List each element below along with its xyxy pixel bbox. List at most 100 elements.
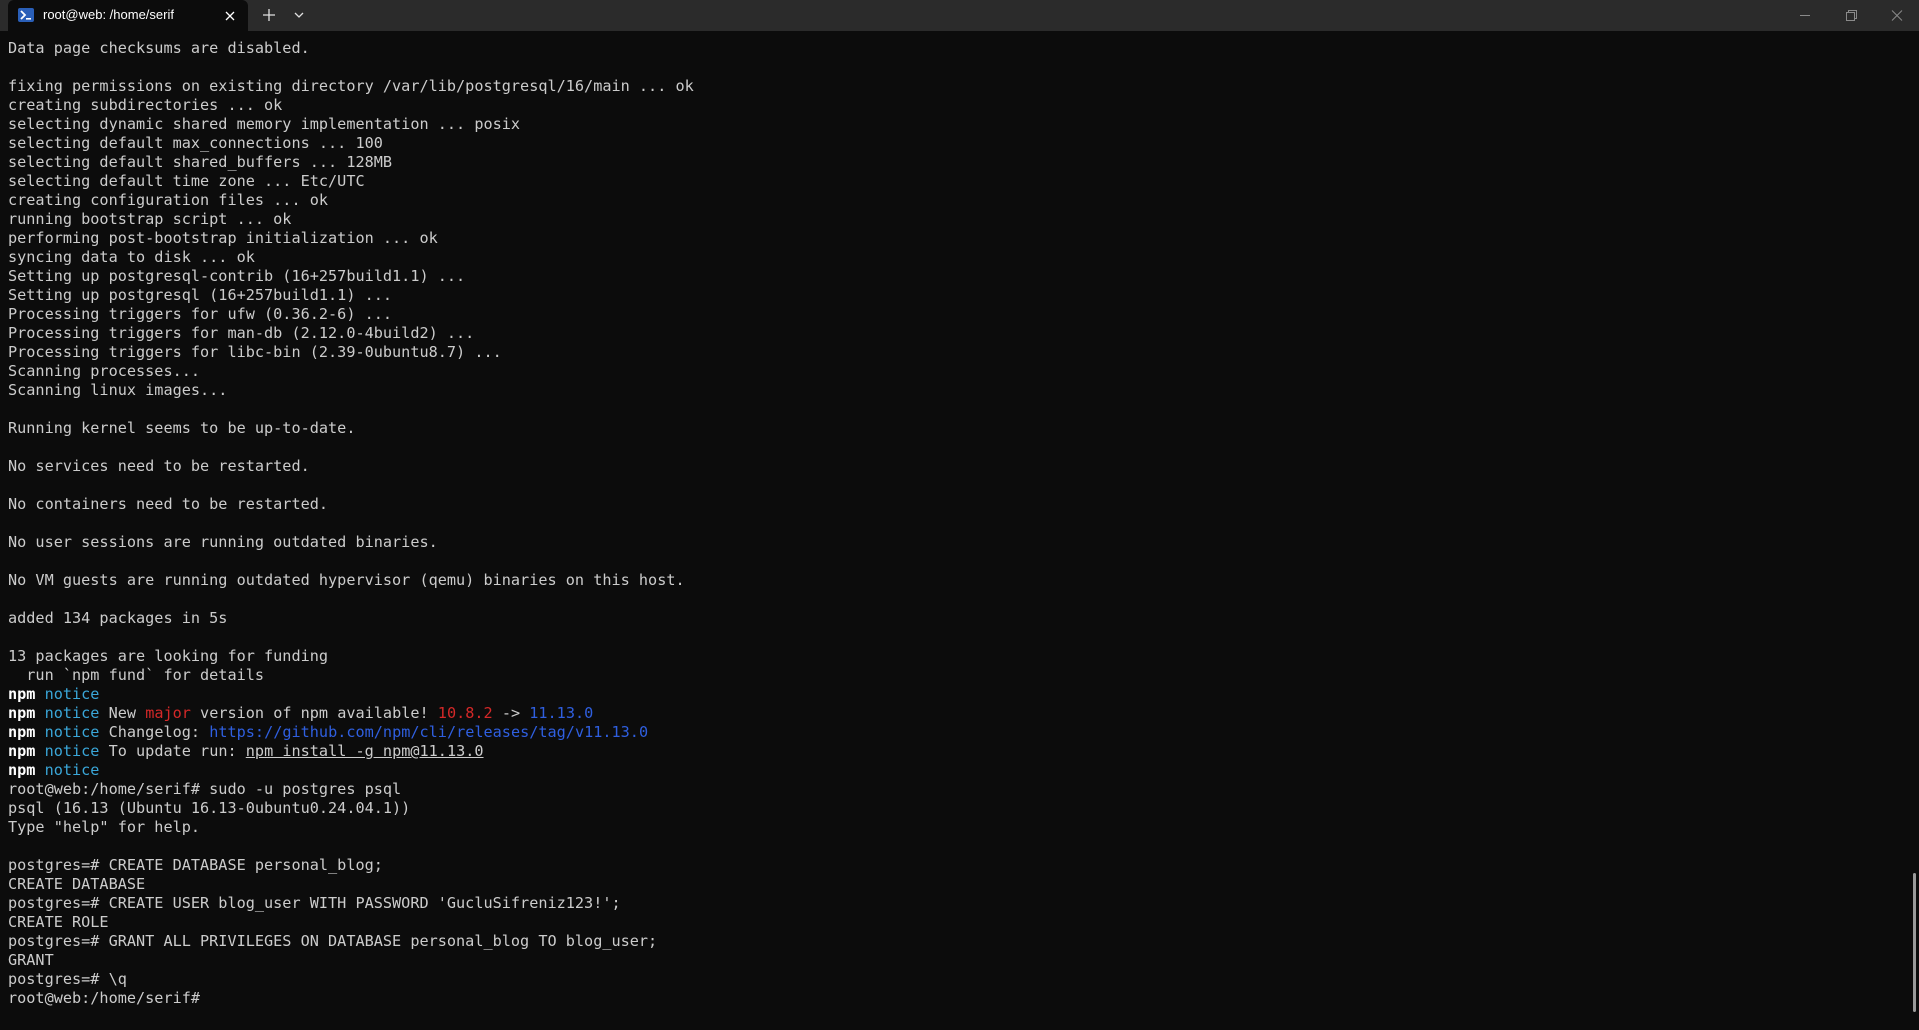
terminal-line: selecting dynamic shared memory implemen… [8,115,1898,134]
new-version: 11.13.0 [529,704,594,722]
terminal-output[interactable]: Data page checksums are disabled. fixing … [8,39,1898,1024]
terminal-line: Processing triggers for man-db (2.12.0-4… [8,324,1898,343]
line-text: Setting up postgresql-contrib (16+257bui… [8,267,466,285]
line-text: postgres=# CREATE DATABASE personal_blog… [8,856,383,874]
tab-title: root@web: /home/serif [43,7,174,22]
terminal-line: performing post-bootstrap initialization… [8,229,1898,248]
line-text: postgres=# GRANT ALL PRIVILEGES ON DATAB… [8,932,658,950]
terminal-line: postgres=# \q [8,970,1898,989]
notice-text: version of npm available! [190,704,438,722]
line-text: selecting default max_connections ... 10… [8,134,383,152]
close-icon [1891,10,1903,21]
terminal-line: root@web:/home/serif# [8,989,1898,1008]
version-arrow: -> [492,704,530,722]
terminal-line: psql (16.13 (Ubuntu 16.13-0ubuntu0.24.04… [8,799,1898,818]
line-text: 13 packages are looking for funding [8,647,329,665]
minimize-icon [1800,15,1810,16]
line-text: Processing triggers for ufw (0.36.2-6) .… [8,305,393,323]
terminal-line: running bootstrap script ... ok [8,210,1898,229]
line-text: added 134 packages in 5s [8,609,228,627]
terminal-line: Type "help" for help. [8,818,1898,837]
scrollbar-thumb[interactable] [1913,873,1916,1012]
line-text: root@web:/home/serif# [8,989,210,1007]
terminal-line: syncing data to disk ... ok [8,248,1898,267]
chevron-down-icon [294,12,304,18]
terminal-line: npm notice [8,761,1898,780]
terminal-line: Scanning processes... [8,362,1898,381]
tab-dropdown-button[interactable] [288,4,310,26]
terminal-line: 13 packages are looking for funding [8,647,1898,666]
notice-text: To update run: [99,742,246,760]
terminal-line: postgres=# CREATE USER blog_user WITH PA… [8,894,1898,913]
line-text: CREATE DATABASE [8,875,146,893]
line-text: run `npm fund` for details [8,666,265,684]
terminal-line: No VM guests are running outdated hyperv… [8,571,1898,590]
terminal-line: No user sessions are running outdated bi… [8,533,1898,552]
line-text: running bootstrap script ... ok [8,210,292,228]
line-text: creating configuration files ... ok [8,191,329,209]
plus-icon [263,9,275,21]
restore-button[interactable] [1828,0,1874,31]
minimize-button[interactable] [1782,0,1828,31]
title-bar: root@web: /home/serif [0,0,1919,31]
line-text: selecting default shared_buffers ... 128… [8,153,393,171]
terminal-line: npm notice [8,685,1898,704]
terminal-line: npm notice To update run: npm install -g… [8,742,1898,761]
terminal-line: creating subdirectories ... ok [8,96,1898,115]
terminal-line: postgres=# GRANT ALL PRIVILEGES ON DATAB… [8,932,1898,951]
close-tab-icon[interactable] [220,6,240,26]
line-text: postgres=# CREATE USER blog_user WITH PA… [8,894,621,912]
terminal-line: run `npm fund` for details [8,666,1898,685]
terminal-line: GRANT [8,951,1898,970]
npm-label: npm [8,685,36,703]
tab-terminal[interactable]: root@web: /home/serif [8,0,248,31]
terminal-line: CREATE DATABASE [8,875,1898,894]
terminal-line: No services need to be restarted. [8,457,1898,476]
line-text: No services need to be restarted. [8,457,310,475]
restore-icon [1846,10,1857,21]
terminal-line: No containers need to be restarted. [8,495,1898,514]
line-text: Running kernel seems to be up-to-date. [8,419,356,437]
terminal-line: Scanning linux images... [8,381,1898,400]
line-text: No VM guests are running outdated hyperv… [8,571,685,589]
terminal-line: root@web:/home/serif# sudo -u postgres p… [8,780,1898,799]
terminal-line: Data page checksums are disabled. [8,39,1898,58]
terminal-line: fixing permissions on existing directory… [8,77,1898,96]
npm-label: npm [8,742,36,760]
new-tab-button[interactable] [258,4,280,26]
npm-label: npm [8,761,36,779]
line-text: fixing permissions on existing directory… [8,77,694,95]
line-text: Type "help" for help. [8,818,201,836]
terminal-line: selecting default shared_buffers ... 128… [8,153,1898,172]
npm-label: npm [8,704,36,722]
terminal-line: CREATE ROLE [8,913,1898,932]
line-text: Setting up postgresql (16+257build1.1) .… [8,286,393,304]
changelog-link[interactable]: https://github.com/npm/cli/releases/tag/… [209,723,648,741]
line-text: Scanning processes... [8,362,201,380]
line-text: creating subdirectories ... ok [8,96,283,114]
notice-label: notice [44,685,100,703]
notice-text: New [99,704,146,722]
line-text: root@web:/home/serif# sudo -u postgres p… [8,780,402,798]
powershell-terminal-icon [18,8,34,22]
line-text: No user sessions are running outdated bi… [8,533,438,551]
terminal-line: creating configuration files ... ok [8,191,1898,210]
notice-label: notice [44,704,100,722]
terminal-line: added 134 packages in 5s [8,609,1898,628]
terminal-line: Setting up postgresql-contrib (16+257bui… [8,267,1898,286]
line-text: performing post-bootstrap initialization… [8,229,438,247]
terminal-line: selecting default max_connections ... 10… [8,134,1898,153]
major-label: major [145,704,191,722]
terminal-line: selecting default time zone ... Etc/UTC [8,172,1898,191]
terminal-line: Processing triggers for libc-bin (2.39-0… [8,343,1898,362]
close-window-button[interactable] [1874,0,1919,31]
npm-label: npm [8,723,36,741]
terminal-line: Processing triggers for ufw (0.36.2-6) .… [8,305,1898,324]
